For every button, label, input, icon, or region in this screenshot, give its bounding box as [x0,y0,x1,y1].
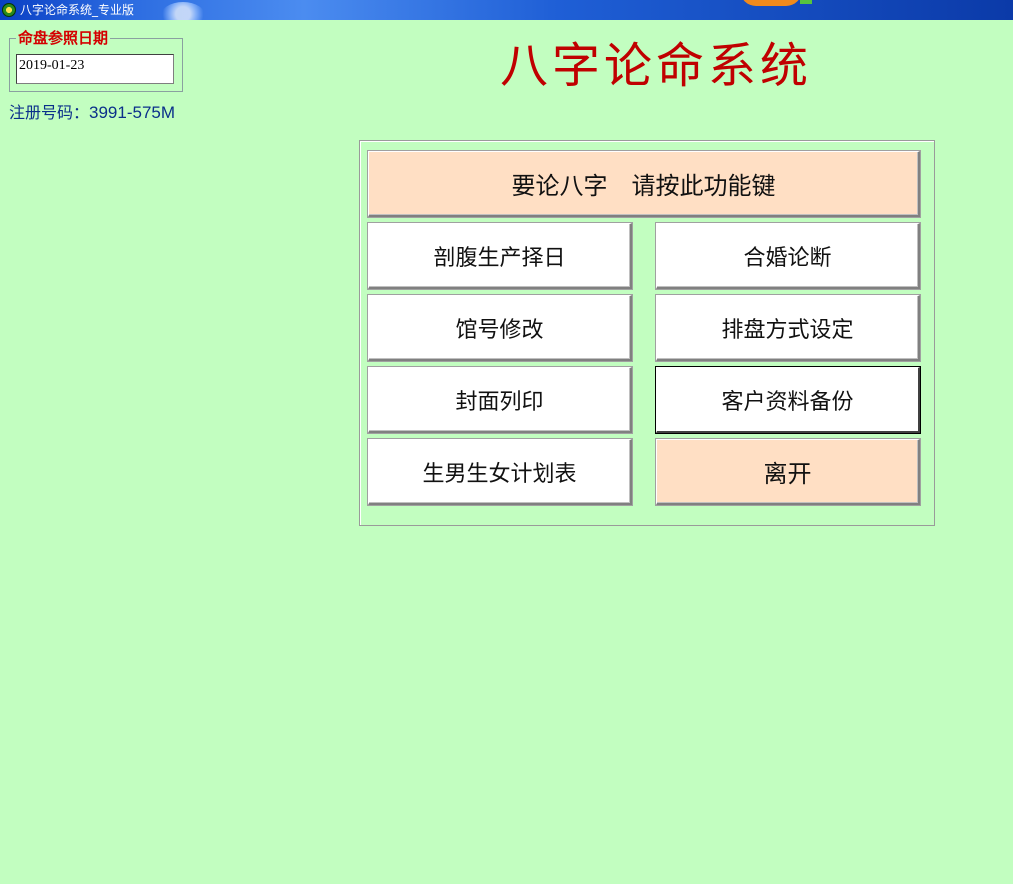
customer-data-backup-button[interactable]: 客户资料备份 [656,367,920,433]
caesarean-date-button[interactable]: 剖腹生产择日 [368,223,632,289]
app-logo-icon[interactable] [2,3,16,17]
registration-info: 注册号码：3991-575M [9,102,175,124]
title-bar[interactable]: 八字论命系统_专业版 [0,0,1013,20]
cover-print-button[interactable]: 封面列印 [368,367,632,433]
page-title: 八字论命系统 [500,38,813,94]
registration-label: 注册号码： [9,103,90,122]
titlebar-decoration [160,2,206,20]
gender-planning-chart-button[interactable]: 生男生女计划表 [368,439,632,505]
bazi-analysis-button[interactable]: 要论八字 请按此功能键 [368,151,920,217]
marriage-compatibility-button[interactable]: 合婚论断 [656,223,920,289]
exit-button[interactable]: 离开 [656,439,920,505]
titlebar-decoration-green [800,0,812,4]
titlebar-decoration-orange [740,0,802,6]
reference-date-group: 命盘参照日期 2019-01-23 [9,29,183,92]
function-panel: 要论八字 请按此功能键 剖腹生产择日 合婚论断 馆号修改 排盘方式设定 封面列印… [359,140,935,526]
reference-date-input[interactable]: 2019-01-23 [16,54,174,84]
shop-name-edit-button[interactable]: 馆号修改 [368,295,632,361]
reference-date-legend: 命盘参照日期 [16,29,111,47]
window-title: 八字论命系统_专业版 [20,3,135,17]
chart-layout-settings-button[interactable]: 排盘方式设定 [656,295,920,361]
registration-number: 3991-575M [89,103,176,122]
